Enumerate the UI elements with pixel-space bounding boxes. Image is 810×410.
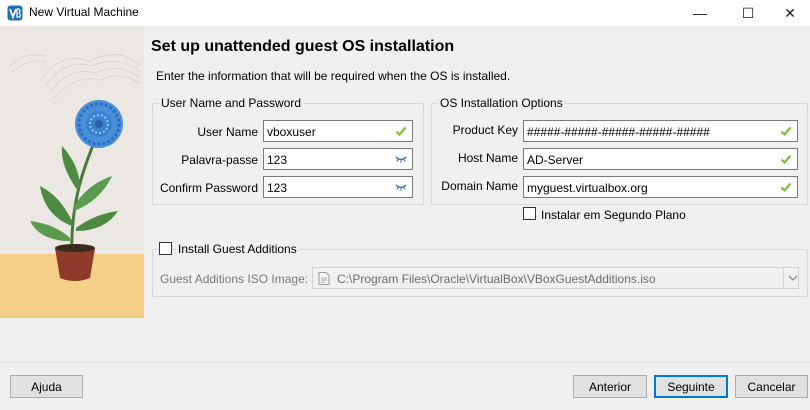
domain-name-label: Domain Name [441,179,518,193]
os-options-legend: OS Installation Options [438,96,565,110]
product-key-label: Product Key [452,123,518,137]
minimize-button[interactable]: — [678,0,722,26]
iso-image-label: Guest Additions ISO Image: [160,272,309,286]
domain-name-field[interactable]: myguest.virtualbox.org [523,176,798,198]
help-button[interactable]: Ajuda [10,375,83,398]
username-label: User Name [197,125,258,139]
product-key-field[interactable]: #####-#####-#####-#####-##### [523,120,798,142]
install-in-background-label: Instalar em Segundo Plano [541,208,686,222]
install-guest-additions-checkbox[interactable] [159,242,172,255]
install-guest-additions-label: Install Guest Additions [176,242,299,256]
maximize-button[interactable]: ☐ [726,0,770,26]
flower-pot-illustration [0,26,144,318]
confirm-password-field[interactable]: 123 [263,176,413,198]
maximize-icon: ☐ [741,4,755,21]
eye-closed-icon[interactable] [395,181,407,193]
close-button[interactable]: ✕ [768,0,810,26]
button-bar: Ajuda Anterior Seguinte Cancelar [0,362,810,410]
wizard-banner [0,26,144,318]
password-value: 123 [267,153,288,167]
eye-closed-icon[interactable] [395,153,407,165]
next-button[interactable]: Seguinte [654,375,728,398]
password-field[interactable]: 123 [263,148,413,170]
close-icon: ✕ [784,4,796,21]
virtualbox-icon [7,5,23,21]
title-bar: New Virtual Machine — ☐ ✕ [0,0,810,26]
page-title: Set up unattended guest OS installation [151,38,455,55]
hostname-field[interactable]: AD-Server [523,148,798,170]
minimize-icon: — [693,5,707,21]
check-icon [780,182,792,193]
back-button[interactable]: Anterior [573,375,647,398]
page-subtitle: Enter the information that will be requi… [156,69,511,83]
hostname-value: AD-Server [527,153,584,167]
confirm-password-label: Confirm Password [159,181,258,195]
iso-image-combobox[interactable]: C:\Program Files\Oracle\VirtualBox\VBoxG… [312,267,799,289]
domain-name-value: myguest.virtualbox.org [527,181,648,195]
password-label: Palavra-passe [181,153,258,167]
check-icon [780,126,792,137]
check-icon [395,126,407,137]
iso-image-value: C:\Program Files\Oracle\VirtualBox\VBoxG… [337,272,656,286]
username-field[interactable]: vboxuser [263,120,413,142]
username-value: vboxuser [267,125,316,139]
check-icon [780,154,792,165]
install-in-background-checkbox[interactable] [523,207,536,220]
window-title: New Virtual Machine [29,5,139,19]
product-key-value: #####-#####-#####-#####-##### [527,125,710,139]
chevron-down-icon[interactable] [787,271,799,285]
user-credentials-legend: User Name and Password [159,96,304,110]
file-icon [318,272,330,285]
confirm-password-value: 123 [267,181,288,195]
cancel-button[interactable]: Cancelar [735,375,808,398]
hostname-label: Host Name [457,151,518,165]
